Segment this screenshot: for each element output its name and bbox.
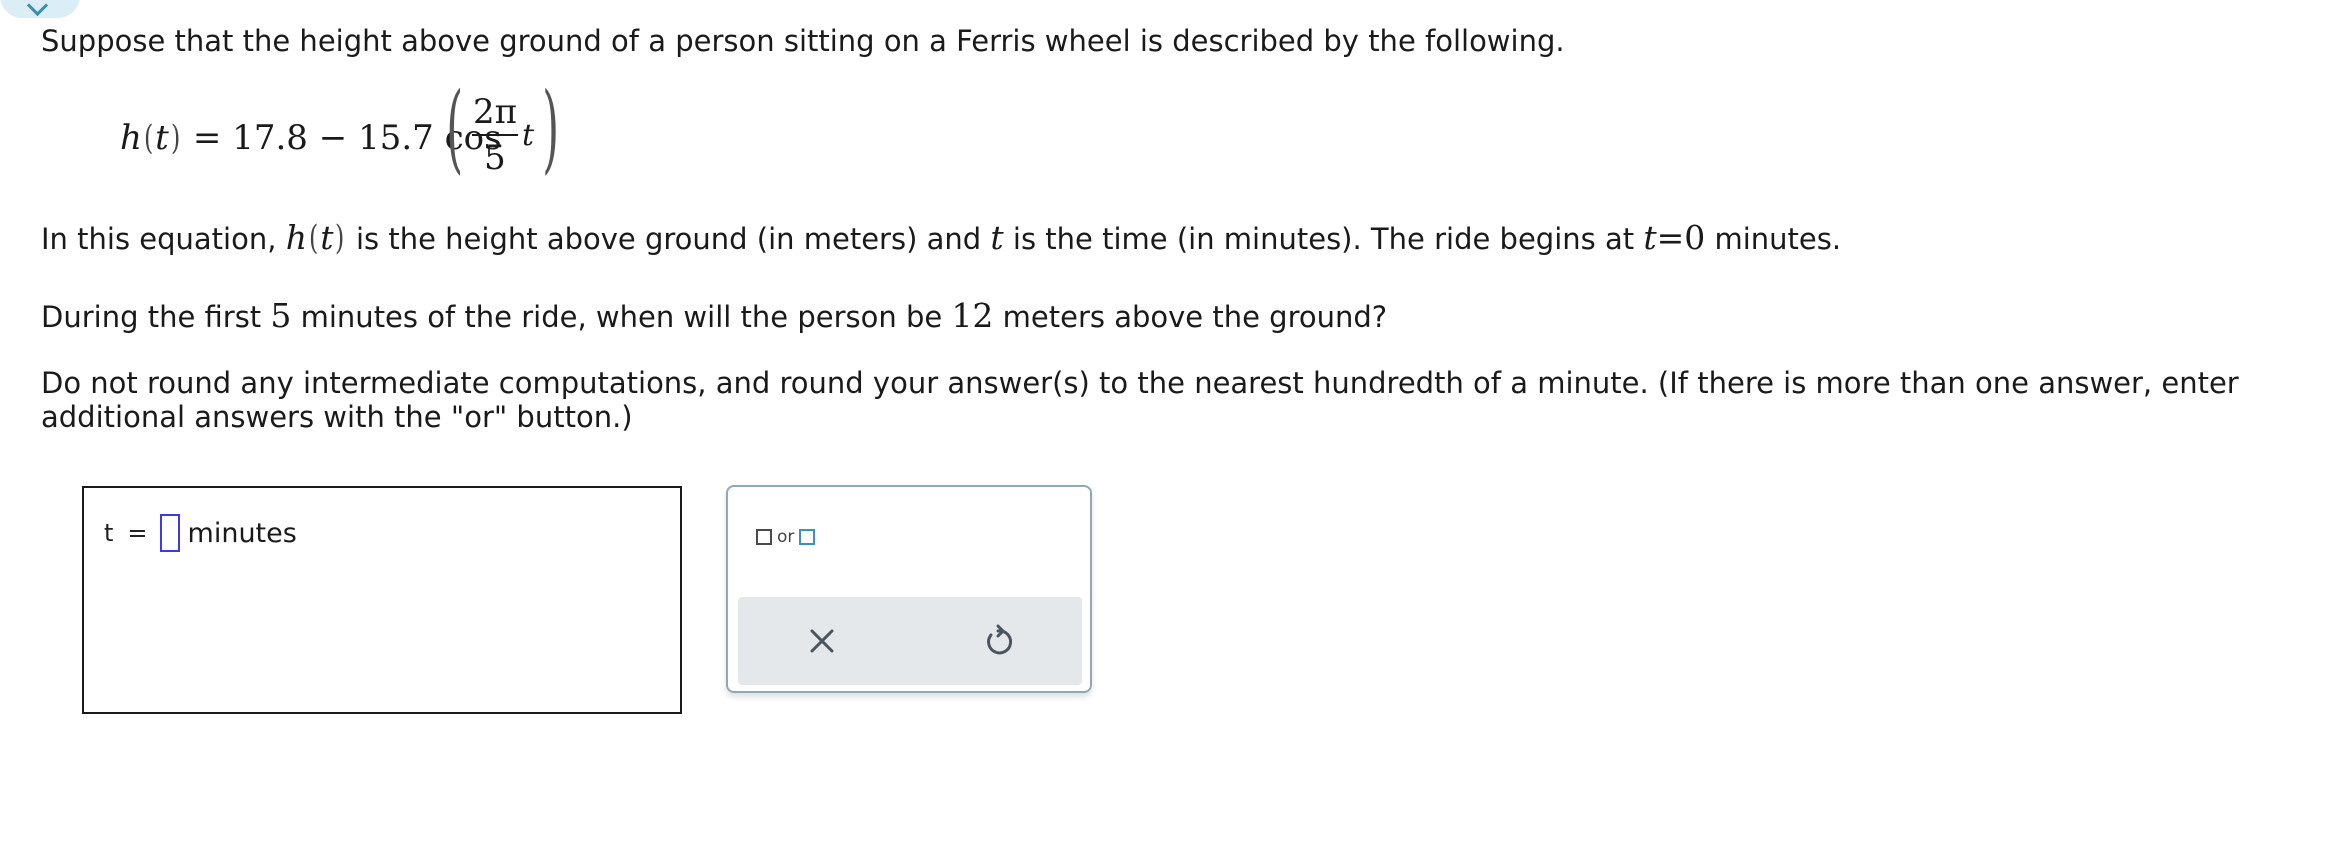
- task-height-value: 12: [951, 296, 994, 335]
- action-bar: [738, 597, 1082, 685]
- empty-box-icon: [756, 529, 772, 545]
- answer-row: t = minutes: [104, 514, 297, 552]
- rounding-instructions: Do not round any intermediate computatio…: [41, 366, 2239, 434]
- variable-definition: In this equation, h(t) is the height abo…: [41, 218, 1842, 258]
- answer-area: t = minutes: [82, 486, 682, 714]
- formula-function-name: h: [120, 118, 142, 158]
- or-label: or: [777, 527, 795, 547]
- definition-var: t: [320, 218, 334, 257]
- definition-function-name: h: [285, 218, 307, 257]
- clear-button[interactable]: [798, 617, 846, 665]
- answer-equals: =: [127, 519, 148, 547]
- empty-box-icon: [799, 529, 816, 545]
- undo-button[interactable]: [974, 617, 1022, 665]
- formula-coefficient: 15.7: [358, 118, 434, 158]
- formula-right-paren: ): [542, 72, 560, 184]
- close-icon: [810, 629, 834, 653]
- undo-icon: [987, 624, 1013, 655]
- formula-variable: t: [522, 118, 535, 153]
- question-page: Suppose that the height above ground of …: [0, 0, 2330, 844]
- question-intro: Suppose that the height above ground of …: [41, 24, 1565, 58]
- start-time-value: 0: [1684, 218, 1706, 257]
- answer-unit: minutes: [187, 517, 297, 549]
- answer-tools-panel: or: [726, 485, 1092, 693]
- formula-left-paren: (: [446, 72, 464, 184]
- or-button[interactable]: or: [756, 527, 816, 547]
- task-minutes-value: 5: [270, 296, 292, 335]
- formula-fraction: 2π 5: [470, 90, 520, 180]
- formula-lhs-var: t: [155, 118, 169, 158]
- formula-minus: −: [318, 118, 348, 158]
- fraction-denominator: 5: [484, 138, 506, 178]
- answer-variable-label: t: [104, 519, 114, 547]
- fraction-numerator: 2π: [473, 92, 517, 132]
- answer-input[interactable]: [159, 514, 180, 552]
- collapse-tab[interactable]: [0, 0, 80, 18]
- definition-time-var: t: [990, 218, 1004, 257]
- formula-equals: =: [192, 118, 222, 158]
- chevron-down-icon: [26, 0, 49, 17]
- formula-constant: 17.8: [232, 118, 308, 158]
- task-question: During the first 5 minutes of the ride, …: [41, 296, 1388, 335]
